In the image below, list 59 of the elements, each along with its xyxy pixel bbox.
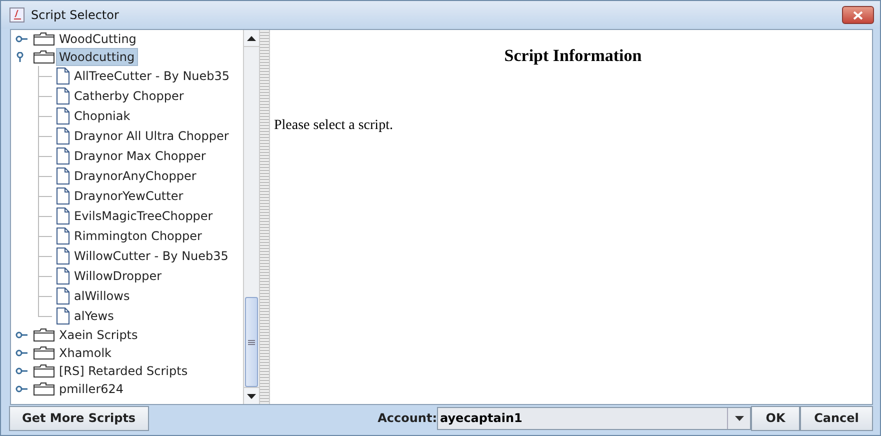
document-icon (56, 207, 70, 225)
tree-item[interactable]: Catherby Chopper (72, 88, 186, 104)
expand-handle-icon[interactable] (15, 34, 29, 44)
tree-item[interactable]: WoodCutting (57, 31, 138, 47)
tree-item[interactable]: Xaein Scripts (57, 327, 140, 343)
document-icon (56, 307, 70, 325)
document-icon (56, 187, 70, 205)
grip-icon (248, 340, 255, 344)
folder-icon (33, 328, 55, 342)
document-icon (56, 127, 70, 145)
tree-item[interactable]: Draynor All Ultra Chopper (72, 128, 231, 144)
tree-item[interactable]: DraynorYewCutter (72, 188, 186, 204)
info-message: Please select a script. (274, 118, 394, 134)
expand-handle-icon[interactable] (15, 348, 29, 358)
folder-icon (33, 346, 55, 360)
scroll-down-icon[interactable] (247, 394, 256, 398)
document-icon (56, 107, 70, 125)
dropdown-caret-icon (734, 416, 744, 420)
tree-item[interactable]: pmiller624 (57, 381, 126, 397)
scroll-thumb[interactable] (245, 297, 258, 387)
cancel-button[interactable]: Cancel (800, 406, 873, 430)
close-icon (853, 10, 863, 20)
document-icon (56, 247, 70, 265)
ok-button[interactable]: OK (751, 406, 800, 430)
folder-icon (33, 364, 55, 378)
scrollbar[interactable] (243, 30, 259, 404)
document-icon (56, 267, 70, 285)
tree-item[interactable]: [RS] Retarded Scripts (57, 363, 190, 379)
info-heading: Script Information (503, 46, 643, 66)
expand-handle-icon[interactable] (15, 366, 29, 376)
tree-item[interactable]: Chopniak (72, 108, 132, 124)
tree-item[interactable]: WillowDropper (72, 268, 164, 284)
folder-icon (33, 50, 55, 64)
folder-icon (33, 382, 55, 396)
document-icon (56, 87, 70, 105)
app-icon (9, 7, 25, 23)
tree-item[interactable]: alWillows (72, 288, 132, 304)
document-icon (56, 67, 70, 85)
document-icon (56, 167, 70, 185)
tree-item[interactable]: Woodcutting (57, 49, 137, 65)
tree-item[interactable]: Xhamolk (57, 345, 114, 361)
window-title: Script Selector (31, 8, 120, 22)
scroll-up-icon[interactable] (247, 36, 256, 40)
get-more-scripts-button[interactable]: Get More Scripts (9, 406, 149, 430)
tree-item[interactable]: Rimmington Chopper (72, 228, 204, 244)
tree-item[interactable]: DraynorAnyChopper (72, 168, 198, 184)
tree-item[interactable]: Draynor Max Chopper (72, 148, 208, 164)
expand-handle-icon[interactable] (15, 384, 29, 394)
tree-item[interactable]: WillowCutter - By Nueb35 (72, 248, 230, 264)
tree-item[interactable]: alYews (72, 308, 116, 324)
expand-handle-icon[interactable] (15, 330, 29, 340)
document-icon (56, 287, 70, 305)
account-dropdown[interactable]: ayecaptain1 (437, 406, 751, 430)
document-icon (56, 227, 70, 245)
tree-item[interactable]: EvilsMagicTreeChopper (72, 208, 215, 224)
tree-item[interactable]: AllTreeCutter - By Nueb35 (72, 68, 232, 84)
document-icon (56, 147, 70, 165)
account-label: Account: (378, 411, 437, 425)
close-button[interactable] (842, 6, 874, 24)
